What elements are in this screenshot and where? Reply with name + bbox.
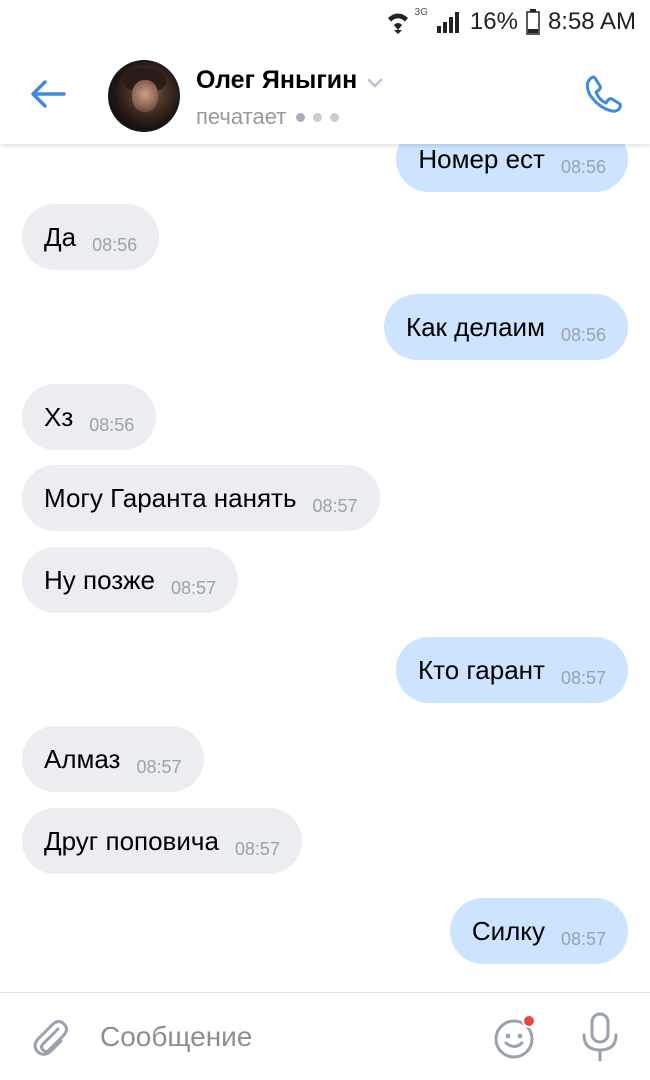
- message-text: Хз: [44, 401, 74, 432]
- message-text: Друг поповича: [44, 825, 219, 856]
- message-time: 08:57: [560, 667, 606, 688]
- message-time: 08:57: [234, 838, 280, 859]
- message-text: Алмаз: [44, 743, 121, 774]
- message-text: Кто гарант: [417, 654, 545, 685]
- typing-label: печатает: [196, 104, 287, 129]
- outgoing-message[interactable]: Силку 08:57: [449, 898, 628, 964]
- avatar[interactable]: [108, 60, 180, 132]
- message-time: 08:57: [171, 577, 217, 598]
- message-input[interactable]: [100, 1013, 460, 1061]
- incoming-message[interactable]: Хз 08:56: [22, 384, 157, 450]
- outgoing-message[interactable]: Номер ест 08:56: [396, 144, 628, 192]
- message-text: Ну позже: [44, 564, 156, 595]
- battery-percent: 16%: [469, 8, 518, 35]
- clock: 8:58 AM: [547, 8, 636, 35]
- message-time: 08:56: [560, 324, 606, 345]
- message-time: 08:57: [560, 928, 606, 949]
- arrow-left-icon: [31, 80, 66, 108]
- call-button[interactable]: [582, 72, 626, 116]
- network-type: 3G: [414, 6, 428, 18]
- message-time: 08:56: [92, 234, 138, 255]
- message-text: Да: [44, 221, 77, 252]
- back-button[interactable]: [28, 74, 68, 114]
- outgoing-message[interactable]: Кто гарант 08:57: [395, 637, 628, 703]
- message-time: 08:56: [560, 156, 606, 177]
- message-text: Силку: [471, 915, 545, 946]
- chat-header: Олег Яныгин печатает: [0, 44, 650, 144]
- wifi-icon: [385, 10, 411, 34]
- incoming-message[interactable]: Могу Гаранта нанять 08:57: [22, 465, 380, 531]
- contact-name: Олег Яныгин: [196, 66, 358, 94]
- battery-icon: [526, 9, 540, 35]
- incoming-message[interactable]: Ну позже 08:57: [22, 547, 239, 613]
- message-list[interactable]: Номер ест 08:56 Да 08:56 Как делаим 08:56 Хз 08…: [0, 144, 650, 992]
- message-text: Номер ест: [418, 144, 545, 174]
- smile-icon: [494, 1014, 536, 1059]
- phone-icon: [585, 75, 622, 113]
- voice-button[interactable]: [578, 1011, 622, 1063]
- incoming-message[interactable]: Да 08:56: [22, 204, 160, 270]
- signal-icon: [436, 10, 462, 34]
- paperclip-icon: [33, 1020, 68, 1056]
- microphone-icon: [582, 1012, 618, 1062]
- message-time: 08:56: [89, 414, 135, 435]
- message-time: 08:57: [136, 756, 182, 777]
- composer: [0, 992, 650, 1080]
- status-bar: 3G 16% 8:58 AM: [0, 0, 650, 44]
- incoming-message[interactable]: Друг поповича 08:57: [22, 808, 302, 874]
- chevron-down-icon: [367, 66, 383, 95]
- sticker-button[interactable]: [492, 1013, 540, 1061]
- typing-dots: [296, 112, 347, 122]
- incoming-message[interactable]: Алмаз 08:57: [22, 726, 204, 792]
- message-text: Как делаим: [405, 311, 545, 342]
- attach-button[interactable]: [28, 1015, 72, 1059]
- message-text: Могу Гаранта нанять: [44, 482, 297, 513]
- outgoing-message[interactable]: Как делаим 08:56: [383, 294, 628, 360]
- message-time: 08:57: [312, 495, 358, 516]
- contact-title[interactable]: Олег Яныгин: [196, 66, 383, 95]
- typing-status: печатает: [196, 104, 347, 130]
